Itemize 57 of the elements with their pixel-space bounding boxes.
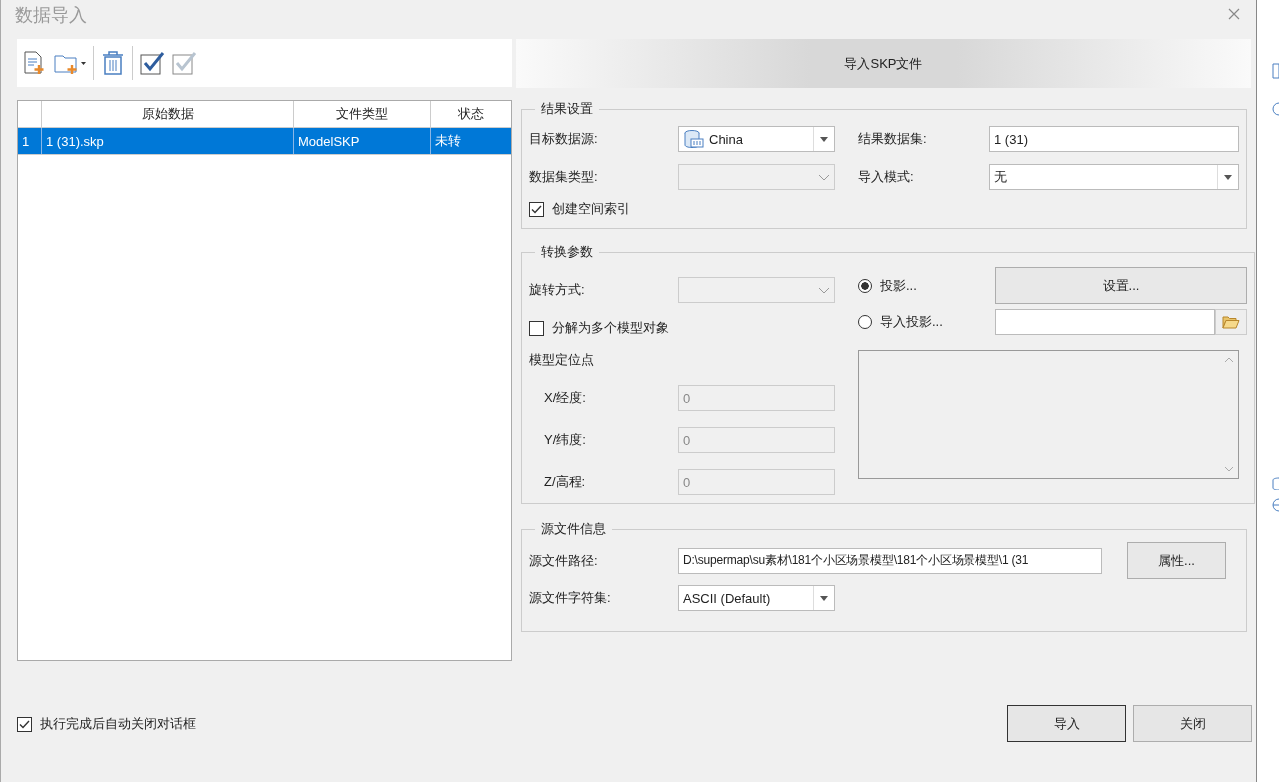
column-header[interactable]: 原始数据 bbox=[42, 101, 294, 127]
caret-icon bbox=[820, 595, 828, 601]
field-label: 结果数据集: bbox=[858, 130, 928, 148]
caret-icon bbox=[820, 136, 828, 142]
table-row[interactable]: 1 1 (31).skp ModelSKP 未转 bbox=[18, 128, 511, 155]
radio-button[interactable] bbox=[858, 315, 872, 329]
folder-icon bbox=[1222, 315, 1240, 329]
import-header: 导入SKP文件 bbox=[516, 39, 1251, 88]
chevron-icon bbox=[818, 173, 830, 181]
checkbox[interactable] bbox=[17, 716, 32, 732]
field-label: 导入模式: bbox=[858, 168, 915, 186]
field-label: 目标数据源: bbox=[529, 130, 599, 148]
checkbox-label: 分解为多个模型对象 bbox=[552, 319, 669, 337]
import-mode-dropdown[interactable]: 无 bbox=[989, 164, 1239, 190]
charset-dropdown[interactable]: ASCII (Default) bbox=[678, 585, 835, 611]
group-title: 源文件信息 bbox=[540, 520, 607, 538]
checkbox-label: 执行完成后自动关闭对话框 bbox=[40, 715, 196, 733]
checkbox-check-icon[interactable] bbox=[171, 50, 197, 76]
radio-label: 投影... bbox=[880, 276, 918, 295]
field-label: 旋转方式: bbox=[529, 281, 586, 299]
row-number: 1 bbox=[18, 128, 42, 154]
radio-button[interactable] bbox=[858, 278, 872, 293]
source-path-field[interactable]: D:\supermap\su素材\181个小区场景模型\181个小区场景模型\1 (31 bbox=[678, 547, 1102, 574]
radio-label: 导入投影... bbox=[880, 313, 944, 331]
field-label: 源文件路径: bbox=[529, 551, 599, 570]
section-label: 模型定位点 bbox=[529, 351, 595, 369]
field-label: Y/纬度: bbox=[543, 431, 587, 449]
close-icon[interactable] bbox=[1228, 8, 1240, 20]
checkbox[interactable] bbox=[529, 320, 544, 336]
table-cell: ModelSKP bbox=[294, 128, 431, 154]
scroll-up-icon[interactable] bbox=[1224, 357, 1234, 363]
result-dataset-field[interactable]: 1 (31) bbox=[989, 126, 1239, 152]
field-label: 数据集类型: bbox=[529, 168, 599, 186]
properties-button[interactable]: 属性... bbox=[1127, 542, 1226, 579]
browse-button[interactable] bbox=[1215, 309, 1247, 335]
column-header[interactable]: 状态 bbox=[431, 101, 511, 127]
table-cell: 1 (31).skp bbox=[42, 128, 294, 154]
table-cell-text: 未转 bbox=[434, 132, 462, 150]
window-title: 数据导入 bbox=[15, 4, 87, 27]
checkbox-check-icon[interactable] bbox=[139, 50, 165, 76]
field-label: Z/高程: bbox=[543, 473, 587, 491]
checkbox-label: 创建空间索引 bbox=[552, 200, 630, 218]
checkbox[interactable] bbox=[529, 201, 544, 217]
chevron-icon bbox=[818, 286, 830, 294]
field-label: X/经度: bbox=[543, 389, 587, 407]
add-file-icon[interactable] bbox=[21, 50, 47, 76]
projection-file-field[interactable] bbox=[995, 309, 1215, 335]
group-title: 结果设置 bbox=[540, 100, 594, 118]
datasource-dropdown[interactable]: China bbox=[678, 126, 835, 152]
dialog-button[interactable]: 关闭 bbox=[1133, 705, 1252, 742]
group-title: 转换参数 bbox=[540, 243, 594, 261]
field-label: 源文件字符集: bbox=[529, 589, 612, 607]
column-header[interactable]: 文件类型 bbox=[294, 101, 431, 127]
scroll-down-icon[interactable] bbox=[1224, 466, 1234, 472]
dialog-button[interactable]: 导入 bbox=[1007, 705, 1126, 742]
caret-icon bbox=[1224, 174, 1232, 180]
settings-button[interactable]: 设置... bbox=[995, 267, 1247, 304]
